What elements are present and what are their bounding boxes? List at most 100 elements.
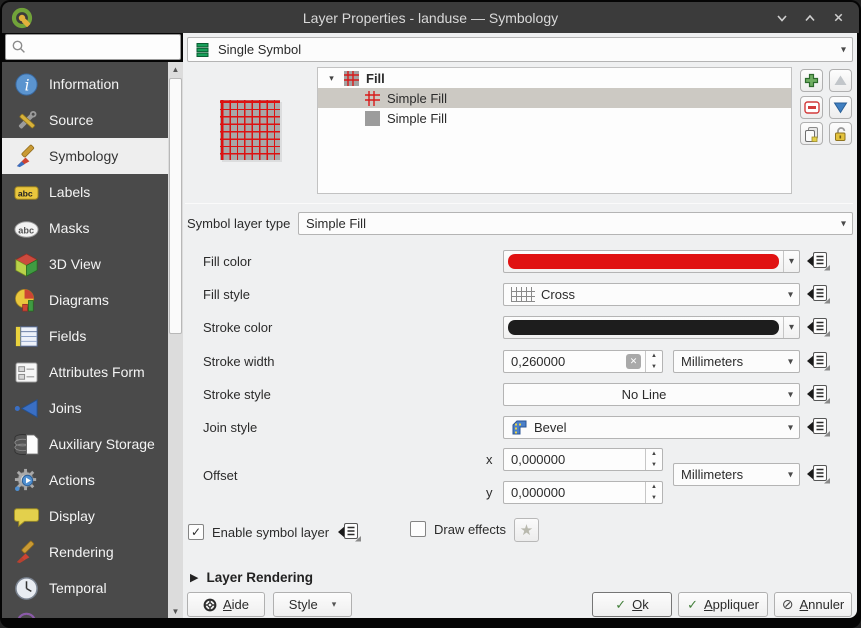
layer-rendering-toggle[interactable]: ▶ Layer Rendering <box>190 570 313 585</box>
sidebar-item-source[interactable]: Source <box>2 102 168 138</box>
cancel-icon: ⊘ <box>782 596 794 613</box>
sidebar-item-display[interactable]: Display <box>2 498 168 534</box>
help-button[interactable]: Aide <box>187 592 265 617</box>
check-icon: ✓ <box>687 597 698 613</box>
titlebar[interactable]: Layer Properties - landuse — Symbology <box>2 2 859 33</box>
draw-effects-row: Draw effects <box>410 521 506 537</box>
labels-icon: abc <box>13 179 40 206</box>
customize-effects-button[interactable]: ★ <box>514 518 539 542</box>
enable-symbol-layer-checkbox[interactable]: ✓ <box>188 524 204 540</box>
offset-y-spin-arrows[interactable]: ▲▼ <box>645 482 662 503</box>
scrollbar-thumb[interactable] <box>169 78 182 334</box>
spin-up-icon[interactable]: ▲ <box>646 351 662 362</box>
stroke-color-button[interactable]: ▾ <box>503 316 800 339</box>
fill-color-button[interactable]: ▾ <box>503 250 800 273</box>
stroke-color-override-button[interactable] <box>806 316 831 338</box>
stroke-width-spin-arrows[interactable]: ▲▼ <box>645 351 662 372</box>
offset-x-spinbox[interactable]: 0,000000 ▲▼ <box>503 448 663 471</box>
stroke-width-override-button[interactable] <box>806 350 831 372</box>
enable-symbol-layer-override-button[interactable] <box>337 521 362 543</box>
data-defined-override-icon <box>807 251 831 272</box>
symbol-layer-type-combobox[interactable]: Simple Fill ▾ <box>298 212 853 235</box>
layer-properties-dialog: Layer Properties - landuse — Symbology i <box>0 0 861 628</box>
symbology-icon <box>13 143 40 170</box>
offset-x-value[interactable]: 0,000000 <box>504 452 645 467</box>
window-shade-button[interactable] <box>773 9 791 27</box>
plus-icon <box>804 73 819 88</box>
sidebar-item-diagrams[interactable]: Diagrams <box>2 282 168 318</box>
tree-row-simple-fill-2[interactable]: Simple Fill <box>318 108 791 128</box>
offset-unit-combobox[interactable]: Millimeters ▾ <box>673 463 800 486</box>
sidebar-item-rendering[interactable]: Rendering <box>2 534 168 570</box>
offset-override-button[interactable] <box>806 463 831 485</box>
tree-expand-icon[interactable]: ▾ <box>326 73 337 84</box>
symbol-layer-tree: ▾ Fill Simple Fill Simple Fill <box>317 67 792 194</box>
stroke-width-value[interactable]: 0,260000 <box>504 354 626 369</box>
sidebar-item-actions[interactable]: Actions <box>2 462 168 498</box>
data-defined-override-icon <box>807 351 831 372</box>
svg-text:i: i <box>25 76 30 94</box>
offset-x-spin-arrows[interactable]: ▲▼ <box>645 449 662 470</box>
duplicate-symbol-layer-button[interactable] <box>800 122 823 145</box>
sidebar-item-joins[interactable]: Joins <box>2 390 168 426</box>
symbology-panel: Single Symbol ▾ ▾ Fill Simple Fill <box>183 33 857 618</box>
sidebar-scrollbar[interactable]: ▲ ▼ <box>168 62 183 618</box>
tree-row-simple-fill-1[interactable]: Simple Fill <box>318 88 791 108</box>
tree-row-label: Fill <box>366 71 385 86</box>
stroke-width-unit-combobox[interactable]: Millimeters ▾ <box>673 350 800 373</box>
sidebar-item-masks[interactable]: abc Masks <box>2 210 168 246</box>
cancel-button[interactable]: ⊘ Annuler <box>774 592 852 617</box>
sidebar-item-fields[interactable]: Fields <box>2 318 168 354</box>
spin-down-icon[interactable]: ▼ <box>646 460 662 471</box>
remove-symbol-layer-button[interactable] <box>800 96 823 119</box>
draw-effects-checkbox[interactable] <box>410 521 426 537</box>
spin-down-icon[interactable]: ▼ <box>646 362 662 373</box>
ok-button[interactable]: ✓ Ok <box>592 592 672 617</box>
move-up-button[interactable] <box>829 69 852 92</box>
move-down-button[interactable] <box>829 96 852 119</box>
join-style-override-button[interactable] <box>806 416 831 438</box>
auxiliary-storage-icon <box>13 431 40 458</box>
scrollbar-up-arrow[interactable]: ▲ <box>168 62 183 76</box>
sidebar-item-label: Diagrams <box>49 292 109 308</box>
sidebar-item-labels[interactable]: abc Labels <box>2 174 168 210</box>
spin-up-icon[interactable]: ▲ <box>646 449 662 460</box>
sidebar-item-symbology[interactable]: Symbology <box>2 138 168 174</box>
sidebar-item-temporal[interactable]: Temporal <box>2 570 168 606</box>
stroke-style-combobox[interactable]: No Line ▾ <box>503 383 800 406</box>
sidebar-item-label: 3D View <box>49 256 101 272</box>
style-button[interactable]: Style ▾ <box>273 592 352 617</box>
search-input[interactable] <box>27 40 175 55</box>
sidebar-item-information[interactable]: i Information <box>2 66 168 102</box>
sidebar-item-variables[interactable]: Variables <box>2 606 168 618</box>
add-symbol-layer-button[interactable] <box>800 69 823 92</box>
sidebar-item-label: Rendering <box>49 544 114 560</box>
join-style-combobox[interactable]: Bevel ▾ <box>503 416 800 439</box>
fill-color-dropdown[interactable]: ▾ <box>783 251 799 272</box>
sidebar-item-attributes-form[interactable]: Attributes Form <box>2 354 168 390</box>
lock-colors-button[interactable] <box>829 122 852 145</box>
stroke-color-dropdown[interactable]: ▾ <box>783 317 799 338</box>
fill-style-combobox[interactable]: Cross ▾ <box>503 283 800 306</box>
stroke-style-value: No Line <box>622 387 667 402</box>
spin-up-icon[interactable]: ▲ <box>646 482 662 493</box>
scrollbar-down-arrow[interactable]: ▼ <box>168 604 183 618</box>
window-close-button[interactable] <box>829 9 847 27</box>
sidebar-item-auxiliary-storage[interactable]: Auxiliary Storage <box>2 426 168 462</box>
offset-unit-value: Millimeters <box>681 467 743 482</box>
window-maximize-button[interactable] <box>801 9 819 27</box>
fill-color-override-button[interactable] <box>806 250 831 272</box>
clear-icon[interactable]: ✕ <box>626 354 641 369</box>
fill-style-override-button[interactable] <box>806 283 831 305</box>
help-icon <box>203 598 217 612</box>
offset-y-spinbox[interactable]: 0,000000 ▲▼ <box>503 481 663 504</box>
spin-down-icon[interactable]: ▼ <box>646 493 662 504</box>
renderer-combobox[interactable]: Single Symbol ▾ <box>187 37 853 62</box>
tree-row-fill[interactable]: ▾ Fill <box>318 68 791 88</box>
apply-button[interactable]: ✓ Appliquer <box>678 592 768 617</box>
stroke-style-override-button[interactable] <box>806 383 831 405</box>
sidebar-item-3d-view[interactable]: 3D View <box>2 246 168 282</box>
stroke-width-spinbox[interactable]: 0,260000 ✕ ▲▼ <box>503 350 663 373</box>
bevel-join-icon <box>511 419 528 436</box>
offset-y-value[interactable]: 0,000000 <box>504 485 645 500</box>
